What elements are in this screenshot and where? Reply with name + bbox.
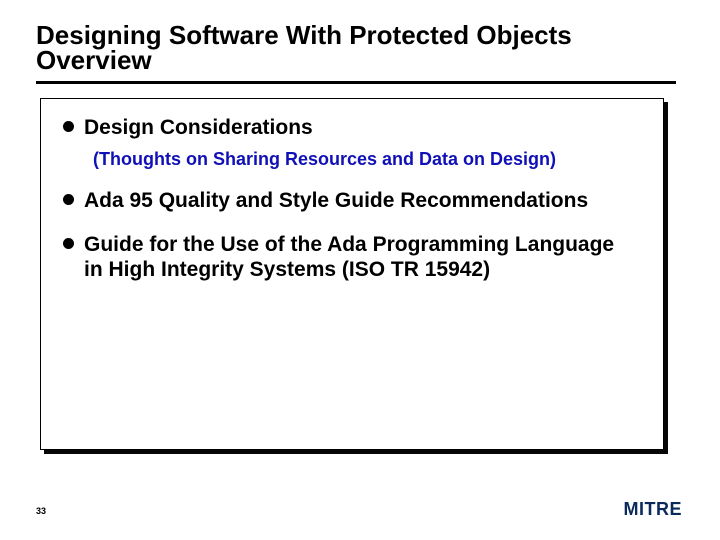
mitre-logo: MITRE	[624, 499, 683, 520]
bullet-item: Guide for the Use of the Ada Programming…	[63, 232, 641, 283]
bullet-text: Guide for the Use of the Ada Programming…	[84, 232, 624, 283]
content-box: Design Considerations (Thoughts on Shari…	[40, 98, 664, 450]
bullet-icon	[63, 238, 74, 249]
title-rule	[36, 81, 676, 84]
bullet-text: Ada 95 Quality and Style Guide Recommend…	[84, 188, 588, 214]
slide: Designing Software With Protected Object…	[0, 0, 720, 540]
bullet-item: Design Considerations	[63, 115, 641, 141]
slide-subtitle: Overview	[36, 47, 684, 74]
bullet-item: Ada 95 Quality and Style Guide Recommend…	[63, 188, 641, 214]
bullet-icon	[63, 194, 74, 205]
bullet-text: Design Considerations	[84, 115, 313, 141]
bullet-icon	[63, 121, 74, 132]
page-number: 33	[36, 506, 46, 516]
bullet-text-span: Ada 95 Quality and Style Guide Recommend…	[84, 189, 588, 212]
bullet-text-span: Guide for the Use of the Ada Programming…	[84, 233, 614, 282]
bullet-subtext: (Thoughts on Sharing Resources and Data …	[93, 149, 641, 171]
